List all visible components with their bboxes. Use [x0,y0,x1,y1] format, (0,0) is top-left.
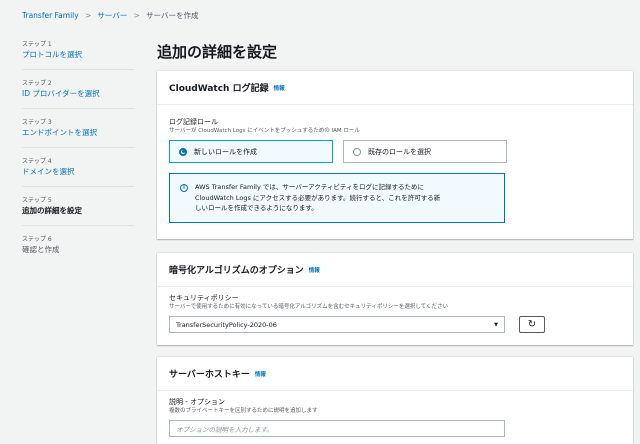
radio-selected-icon [179,147,187,156]
step-number: ステップ 2 [22,80,52,87]
security-policy-select[interactable]: TransferSecurityPolicy-2020-06 ▼ [169,316,505,333]
step-title[interactable]: エンドポイントを選択 [22,127,134,138]
step-number: ステップ 3 [22,119,52,126]
server-host-key-panel: サーバーホストキー 情報 説明 - オプション 複数のプライベートキーを区別する… [157,357,633,444]
step-number: ステップ 5 [22,197,52,204]
page-title: 追加の詳細を設定 [157,43,278,61]
step-title[interactable]: ID プロバイダーを選択 [22,88,134,99]
panel-header: サーバーホストキー 情報 [157,357,633,391]
refresh-button[interactable]: ↻ [519,316,545,333]
step-title: 確認と作成 [22,245,60,254]
encryption-options-panel: 暗号化アルゴリズムのオプション 情報 セキュリティポリシー サーバーで使用するた… [157,253,633,345]
wizard-step-5: ステップ 5 追加の詳細を設定 [22,196,134,226]
panel-header: 暗号化アルゴリズムのオプション 情報 [157,253,633,287]
alert-line: AWS Transfer Family では、サーバーアクティビティをログに記録… [195,183,424,191]
radio-create-new-role[interactable]: 新しいロールを作成 [169,140,333,163]
panel-title: CloudWatch ログ記録 [169,84,269,94]
radio-label: 既存のロールを選択 [368,147,431,156]
breadcrumb-transfer-family[interactable]: Transfer Family [22,11,79,20]
cloudwatch-logging-panel: CloudWatch ログ記録 情報 ログ記録ロール サーバーが CloudWa… [157,71,633,239]
step-number: ステップ 1 [22,41,52,48]
breadcrumb-separator-icon: > [133,11,141,20]
panel-body: ログ記録ロール サーバーが CloudWatch Logs にイベントをプッシュ… [157,105,633,233]
info-link[interactable]: 情報 [255,370,266,378]
step-title: 追加の詳細を設定 [22,206,82,215]
info-link[interactable]: 情報 [309,266,320,274]
info-link[interactable]: 情報 [274,84,285,92]
alert-text: AWS Transfer Family では、サーバーアクティビティをログに記録… [195,182,440,214]
panel-body: セキュリティポリシー サーバーで使用するために有効になっている暗号化アルゴリズム… [157,287,633,343]
wizard-step-6: ステップ 6 確認と作成 [22,235,134,264]
security-policy-label: セキュリティポリシー [169,294,239,302]
wizard-step-4[interactable]: ステップ 4 ドメインを選択 [22,157,134,187]
breadcrumb-servers[interactable]: サーバー [97,10,127,21]
security-policy-row: TransferSecurityPolicy-2020-06 ▼ ↻ [169,316,621,333]
alert-line: CloudWatch Logs にアクセスする必要があります。続行すると、これを… [195,193,441,202]
step-number: ステップ 4 [22,158,52,165]
security-policy-description: サーバーで使用するために有効になっている暗号化アルゴリズムを含むセキュリティポリ… [169,304,449,310]
caret-down-icon: ▼ [494,321,498,328]
description-input[interactable]: オプションの説明を入力します。 [169,420,505,437]
radio-unselected-icon [353,147,361,156]
panel-body: 説明 - オプション 複数のプライベートキーを区別するために説明を追加します オ… [157,391,633,444]
wizard-steps: ステップ 1 プロトコルを選択 ステップ 2 ID プロバイダーを選択 ステップ… [22,40,134,273]
panel-title: 暗号化アルゴリズムのオプション [169,266,304,276]
wizard-step-3[interactable]: ステップ 3 エンドポイントを選択 [22,118,134,148]
logging-role-options: 新しいロールを作成 既存のロールを選択 [169,140,621,163]
alert-line: しいロールを作成できるようになります。 [195,204,318,212]
description-label: 説明 - オプション [169,398,225,406]
refresh-icon: ↻ [527,319,537,330]
breadcrumb-separator-icon: > [84,11,92,20]
panel-title: サーバーホストキー [169,370,250,380]
wizard-step-2[interactable]: ステップ 2 ID プロバイダーを選択 [22,79,134,109]
logging-role-description: サーバーが CloudWatch Logs にイベントをプッシュするための IA… [169,128,360,134]
panel-header: CloudWatch ログ記録 情報 [157,71,633,105]
select-value: TransferSecurityPolicy-2020-06 [176,320,277,329]
wizard-step-1[interactable]: ステップ 1 プロトコルを選択 [22,40,134,70]
description-help: 複数のプライベートキーを区別するために説明を追加します [169,408,318,414]
breadcrumb: Transfer Family > サーバー > サーバーを作成 [22,10,198,21]
step-title[interactable]: ドメインを選択 [22,166,134,177]
step-title[interactable]: プロトコルを選択 [22,49,134,60]
info-alert: i AWS Transfer Family では、サーバーアクティビティをログに… [169,173,505,223]
step-number: ステップ 6 [22,236,52,243]
radio-label: 新しいロールを作成 [194,147,257,156]
breadcrumb-current: サーバーを作成 [146,11,199,20]
info-icon: i [180,184,188,192]
logging-role-label: ログ記録ロール [169,118,218,126]
radio-choose-existing-role[interactable]: 既存のロールを選択 [343,140,507,163]
